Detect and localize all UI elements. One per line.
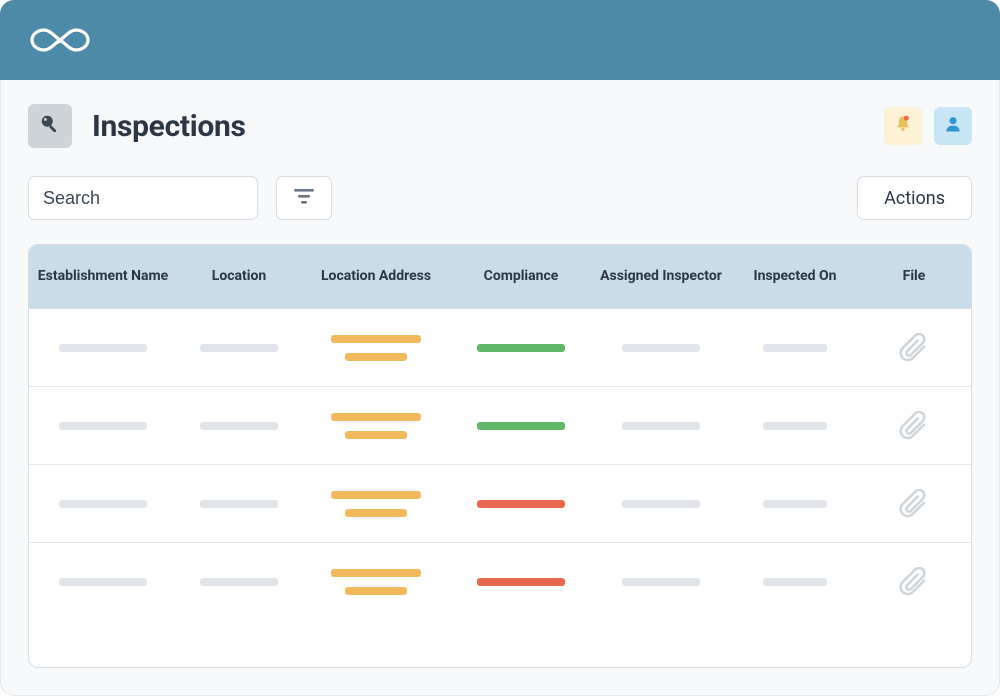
logo-infinity-icon xyxy=(28,24,92,56)
placeholder-bar xyxy=(622,422,700,430)
placeholder-bar xyxy=(345,587,407,595)
page-title: Inspections xyxy=(92,109,246,144)
cell-location-address xyxy=(301,465,451,542)
cell-file xyxy=(859,543,969,621)
cell-inspected-on xyxy=(731,465,859,542)
cell-compliance xyxy=(451,309,591,386)
cell-compliance xyxy=(451,465,591,542)
table-row[interactable] xyxy=(29,543,971,621)
cell-establishment xyxy=(29,309,177,386)
placeholder-bar xyxy=(763,500,827,508)
placeholder-bar xyxy=(345,431,407,439)
filter-button[interactable] xyxy=(276,176,332,220)
placeholder-bar xyxy=(331,413,421,421)
placeholder-bar xyxy=(59,422,147,430)
filter-icon xyxy=(292,187,316,209)
magnifier-icon xyxy=(39,113,61,139)
paperclip-icon[interactable] xyxy=(899,333,929,363)
cell-location xyxy=(177,543,301,621)
cell-location-address xyxy=(301,543,451,621)
placeholder-bar xyxy=(763,422,827,430)
cell-establishment xyxy=(29,387,177,464)
placeholder-bar xyxy=(59,344,147,352)
table-row[interactable] xyxy=(29,387,971,465)
compliance-indicator xyxy=(477,422,565,430)
placeholder-bar xyxy=(622,578,700,586)
compliance-indicator xyxy=(477,578,565,586)
cell-assigned-inspector xyxy=(591,543,731,621)
table-row[interactable] xyxy=(29,465,971,543)
cell-file xyxy=(859,387,969,464)
placeholder-bar xyxy=(200,344,278,352)
compliance-indicator xyxy=(477,344,565,352)
page-header: Inspections xyxy=(28,104,972,148)
compliance-indicator xyxy=(477,500,565,508)
placeholder-bar xyxy=(200,422,278,430)
cell-inspected-on xyxy=(731,543,859,621)
controls-row: Actions xyxy=(28,176,972,220)
search-input[interactable] xyxy=(28,176,258,220)
placeholder-bar xyxy=(763,344,827,352)
column-header-compliance[interactable]: Compliance xyxy=(451,268,591,286)
paperclip-icon[interactable] xyxy=(899,489,929,519)
placeholder-bar xyxy=(200,578,278,586)
content-area: Inspections xyxy=(0,80,1000,696)
cell-assigned-inspector xyxy=(591,387,731,464)
cell-file xyxy=(859,309,969,386)
cell-assigned-inspector xyxy=(591,309,731,386)
placeholder-bar xyxy=(59,500,147,508)
user-icon xyxy=(943,114,963,138)
placeholder-bar xyxy=(622,500,700,508)
column-header-establishment[interactable]: Establishment Name xyxy=(29,268,177,286)
cell-inspected-on xyxy=(731,387,859,464)
table-header: Establishment Name Location Location Add… xyxy=(29,245,971,309)
cell-file xyxy=(859,465,969,542)
cell-inspected-on xyxy=(731,309,859,386)
column-header-location-address[interactable]: Location Address xyxy=(301,268,451,286)
actions-button[interactable]: Actions xyxy=(857,176,972,220)
table-body xyxy=(29,309,971,621)
placeholder-bar xyxy=(331,569,421,577)
cell-location xyxy=(177,309,301,386)
placeholder-bar xyxy=(622,344,700,352)
placeholder-bar xyxy=(200,500,278,508)
table-row[interactable] xyxy=(29,309,971,387)
user-profile-button[interactable] xyxy=(934,107,972,145)
cell-location-address xyxy=(301,309,451,386)
column-header-location[interactable]: Location xyxy=(177,268,301,286)
actions-button-label: Actions xyxy=(884,188,945,209)
placeholder-bar xyxy=(345,353,407,361)
column-header-assigned-inspector[interactable]: Assigned Inspector xyxy=(591,268,731,286)
column-header-file[interactable]: File xyxy=(859,268,969,286)
cell-compliance xyxy=(451,387,591,464)
cell-location xyxy=(177,387,301,464)
bell-icon xyxy=(893,114,913,138)
notifications-button[interactable] xyxy=(884,107,922,145)
cell-location xyxy=(177,465,301,542)
placeholder-bar xyxy=(331,335,421,343)
page-icon-badge xyxy=(28,104,72,148)
top-bar xyxy=(0,0,1000,80)
header-actions xyxy=(884,107,972,145)
paperclip-icon[interactable] xyxy=(899,411,929,441)
column-header-inspected-on[interactable]: Inspected On xyxy=(731,268,859,286)
placeholder-bar xyxy=(345,509,407,517)
cell-assigned-inspector xyxy=(591,465,731,542)
placeholder-bar xyxy=(331,491,421,499)
paperclip-icon[interactable] xyxy=(899,567,929,597)
inspections-table: Establishment Name Location Location Add… xyxy=(28,244,972,668)
cell-establishment xyxy=(29,543,177,621)
placeholder-bar xyxy=(59,578,147,586)
app-window: Inspections xyxy=(0,0,1000,696)
cell-location-address xyxy=(301,387,451,464)
cell-establishment xyxy=(29,465,177,542)
placeholder-bar xyxy=(763,578,827,586)
cell-compliance xyxy=(451,543,591,621)
